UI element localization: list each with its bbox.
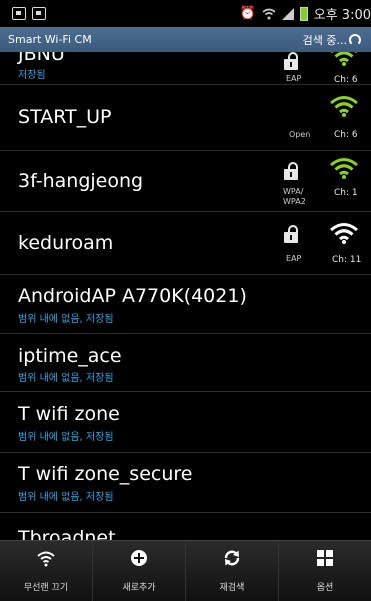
rescan-button[interactable]: 재검색 (186, 541, 279, 601)
wifi-signal-icon (330, 223, 358, 244)
lock-icon (284, 52, 300, 71)
network-item-t-wifi-zone-secure[interactable]: T wifi zone_secure 범위 내에 없음, 저장됨 (0, 453, 371, 513)
security-type: EAP (286, 74, 302, 83)
network-ssid: keduroam (18, 232, 114, 254)
refresh-icon (224, 550, 240, 566)
network-item-jbnu[interactable]: JBNU 저장됨 EAP Ch: 6 (0, 52, 371, 85)
wifi-status-icon (262, 8, 276, 19)
options-button[interactable]: 옵션 (279, 541, 371, 601)
channel: Ch: 6 (334, 130, 358, 140)
wifi-signal-icon (331, 52, 357, 66)
grid-icon (317, 550, 333, 566)
spinner-icon (349, 34, 361, 46)
network-ssid: T wifi zone (18, 403, 120, 425)
cell-signal-icon (281, 7, 294, 20)
network-ssid: AndroidAP A770K(4021) (18, 285, 247, 307)
security-type: EAP (286, 254, 302, 263)
channel: Ch: 11 (332, 255, 362, 265)
plus-circle-icon (131, 550, 147, 566)
network-ssid: iptime_ace (18, 345, 122, 367)
title-bar: Smart Wi-Fi CM 검색 중... (0, 27, 371, 52)
wifi-icon (37, 551, 55, 567)
security-type: WPA/ WPA2 (283, 187, 306, 206)
network-status: 범위 내에 없음, 저장됨 (18, 432, 114, 443)
network-status: 저장됨 (18, 70, 46, 81)
scan-status: 검색 중... (303, 32, 361, 48)
network-status: 범위 내에 없음, 저장됨 (18, 314, 114, 325)
add-network-button[interactable]: 새로추가 (93, 541, 186, 601)
network-ssid: JBNU (18, 52, 65, 65)
network-status: 범위 내에 없음, 저장됨 (18, 492, 114, 503)
network-status: 범위 내에 없음, 저장됨 (18, 373, 114, 384)
channel: Ch: 6 (334, 75, 358, 85)
wifi-off-button[interactable]: 무선랜 끄기 (0, 541, 93, 601)
network-item-keduroam[interactable]: keduroam EAP Ch: 11 (0, 212, 371, 275)
security-type: Open (289, 130, 311, 139)
notification-icon (12, 7, 26, 20)
bottom-nav: 무선랜 끄기 새로추가 재검색 옵션 (0, 540, 371, 601)
channel: Ch: 1 (334, 188, 358, 198)
lock-icon (284, 225, 300, 244)
nav-label: 무선랜 끄기 (23, 583, 69, 593)
network-item-iptime-ace[interactable]: iptime_ace 범위 내에 없음, 저장됨 (0, 334, 371, 392)
notification-icon (32, 7, 46, 20)
nav-label: 새로추가 (122, 583, 156, 593)
lock-icon (284, 162, 300, 181)
network-item-androidap[interactable]: AndroidAP A770K(4021) 범위 내에 없음, 저장됨 (0, 275, 371, 334)
network-item-start-up[interactable]: START_UP Open Ch: 6 (0, 85, 371, 151)
app-title: Smart Wi-Fi CM (8, 33, 92, 46)
network-ssid: Tbroadnet (18, 527, 116, 540)
battery-icon (299, 6, 308, 21)
status-bar: ⏰ 오후 3:00 (0, 0, 371, 27)
network-ssid: 3f-hangjeong (18, 170, 144, 192)
nav-label: 옵션 (316, 583, 334, 593)
network-item-3f-hangjeong[interactable]: 3f-hangjeong WPA/ WPA2 Ch: 1 (0, 151, 371, 212)
network-item-tbroadnet[interactable]: Tbroadnet (0, 513, 371, 540)
network-item-t-wifi-zone[interactable]: T wifi zone 범위 내에 없음, 저장됨 (0, 392, 371, 453)
network-ssid: T wifi zone_secure (18, 463, 193, 485)
scan-status-text: 검색 중... (302, 34, 347, 47)
network-ssid: START_UP (18, 106, 112, 128)
wifi-signal-icon (330, 158, 358, 179)
alarm-icon: ⏰ (239, 6, 256, 21)
network-list[interactable]: JBNU 저장됨 EAP Ch: 6 START_UP Open Ch: 6 3… (0, 52, 371, 540)
nav-label: 재검색 (219, 583, 245, 593)
wifi-signal-icon (330, 96, 358, 117)
clock: 오후 3:00 (313, 8, 371, 23)
